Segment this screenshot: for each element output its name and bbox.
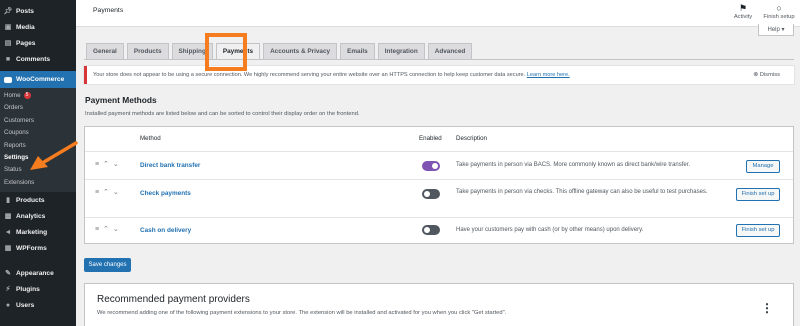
sidebar-item-wpforms[interactable]: ▦ WPForms [0,240,76,256]
settings-tabs: General Products Shipping Payments Accou… [86,43,475,59]
tabs-divider [84,59,794,60]
finish-set-up-button[interactable]: Finish set up [736,224,780,237]
sidebar-item-appearance[interactable]: ✎ Appearance [0,265,76,281]
sidebar-item-label: Users [16,301,35,309]
submenu-item-orders[interactable]: Orders [0,102,76,114]
card-description: We recommend adding one of the following… [97,310,507,316]
submenu-item-home[interactable]: Home 5 [0,90,76,102]
save-changes-button[interactable]: Save changes [84,258,131,272]
activity-button[interactable]: ⚑ Activity [729,3,757,20]
card-title: Recommended payment providers [97,294,250,305]
pushpin-icon: 📌︎ [3,8,13,15]
tab-payments[interactable]: Payments [215,43,261,59]
column-header-description: Description [456,135,487,142]
table-row: ≡ ⌃ ⌄ Check payments Take payments in pe… [85,179,793,217]
submenu-item-extensions[interactable]: Extensions [0,177,76,189]
sidebar-item-users[interactable]: ● Users [0,297,76,313]
help-tab-button[interactable]: Help ▾ [758,24,794,36]
section-title: Payment Methods [85,95,157,105]
sidebar-item-label: Marketing [16,228,48,236]
megaphone-icon: ◄ [4,228,12,236]
gateway-description: Have your customers pay with cash (or by… [456,227,644,233]
pages-icon: ▤ [4,40,12,47]
progress-circle-icon: ○ [776,3,782,13]
table-row: ≡ ⌃ ⌄ Direct bank transfer Take payments… [85,151,793,179]
enabled-toggle[interactable] [422,225,440,235]
manage-button[interactable]: Manage [746,160,780,173]
more-options-icon[interactable]: ⋮ [761,301,773,315]
analytics-icon: ▩ [4,213,12,221]
enabled-toggle[interactable] [422,161,440,171]
submenu-item-reports[interactable]: Reports [0,140,76,152]
gateway-name-link[interactable]: Direct bank transfer [140,162,200,169]
gateway-description: Take payments in person via BACS. More c… [456,162,691,168]
learn-more-link[interactable]: Learn more here. [527,72,570,78]
finish-set-up-button[interactable]: Finish set up [736,188,780,201]
products-icon: ▮ [6,197,10,205]
tab-products[interactable]: Products [126,43,169,59]
table-row: ≡ ⌃ ⌄ Cash on delivery Have your custome… [85,217,793,244]
column-header-enabled: Enabled [419,135,442,142]
sidebar-item-label: WooCommerce [16,76,65,83]
admin-sidebar: 📌︎ Posts ▣ Media ▤ Pages ■ Comments WooComme… [0,0,76,326]
wpforms-icon: ▦ [4,245,12,253]
user-icon: ● [5,301,11,309]
gateway-description: Take payments in person via checks. This… [456,189,708,195]
section-description: Installed payment methods are listed bel… [85,111,360,117]
close-circle-icon: ⊗ [753,72,759,78]
paintbrush-icon: ✎ [5,270,11,278]
recommended-providers-card: Recommended payment providers We recomme… [84,283,794,326]
sidebar-item-label: Pages [16,39,36,47]
page-title: Payments [93,7,124,14]
sidebar-item-label: Products [16,196,45,204]
caret-down-icon: ▾ [781,27,785,33]
sidebar-item-label: Comments [16,55,51,63]
tab-emails[interactable]: Emails [340,43,375,59]
tab-accounts-privacy[interactable]: Accounts & Privacy [263,43,338,59]
sidebar-item-media[interactable]: ▣ Media [0,19,76,35]
column-header-method: Method [140,135,161,142]
sidebar-item-label: Posts [16,7,34,15]
payment-methods-table: Method Enabled Description ≡ ⌃ ⌄ Direct … [84,126,794,244]
notice-text: Your store does not appear to be using a… [93,72,526,78]
flag-icon: ⚑ [738,3,748,13]
submenu-item-status[interactable]: Status [0,164,76,176]
woocommerce-icon [4,76,12,84]
sidebar-item-plugins[interactable]: ⚡︎ Plugins [0,281,76,297]
submenu-item-settings[interactable]: Settings [0,152,76,164]
dismiss-button[interactable]: ⊗ Dismiss [753,66,780,84]
enabled-toggle[interactable] [422,189,440,199]
submenu-item-customers[interactable]: Customers [0,115,76,127]
tab-shipping[interactable]: Shipping [171,43,213,59]
finish-setup-button[interactable]: ○ Finish setup [760,3,798,20]
sort-handle-icon[interactable]: ≡ ⌃ ⌄ [95,188,120,196]
woocommerce-submenu: Home 5 Orders Customers Coupons Reports S… [0,88,76,193]
notification-badge: 5 [23,92,31,99]
sidebar-item-marketing[interactable]: ◄ Marketing [0,224,76,240]
sidebar-item-label: WPForms [16,244,47,252]
gateway-name-link[interactable]: Cash on delivery [140,227,191,234]
gateway-name-link[interactable]: Check payments [140,190,191,197]
sidebar-item-label: Analytics [16,212,46,220]
sidebar-item-products[interactable]: ▮ Products [0,192,76,208]
sidebar-item-pages[interactable]: ▤ Pages [0,35,76,51]
sidebar-item-label: Appearance [16,269,54,277]
sidebar-item-woocommerce[interactable]: WooCommerce [0,71,76,88]
plugin-icon: ⚡︎ [5,286,11,294]
tab-integration[interactable]: Integration [377,43,425,59]
tab-advanced[interactable]: Advanced [427,43,473,59]
https-warning-notice: Your store does not appear to be using a… [84,66,794,84]
comments-icon: ■ [5,55,11,63]
tab-general[interactable]: General [86,43,124,59]
sidebar-item-label: Plugins [16,285,40,293]
sort-handle-icon[interactable]: ≡ ⌃ ⌄ [95,225,120,233]
sidebar-item-posts[interactable]: 📌︎ Posts [0,3,76,19]
sidebar-item-label: Media [16,23,35,31]
media-icon: ▣ [4,24,12,31]
sidebar-item-analytics[interactable]: ▩ Analytics [0,208,76,224]
sort-handle-icon[interactable]: ≡ ⌃ ⌄ [95,160,120,168]
page-header: Payments ⚑ Activity ○ Finish setup [76,0,800,27]
sidebar-item-comments[interactable]: ■ Comments [0,51,76,67]
submenu-item-coupons[interactable]: Coupons [0,127,76,139]
